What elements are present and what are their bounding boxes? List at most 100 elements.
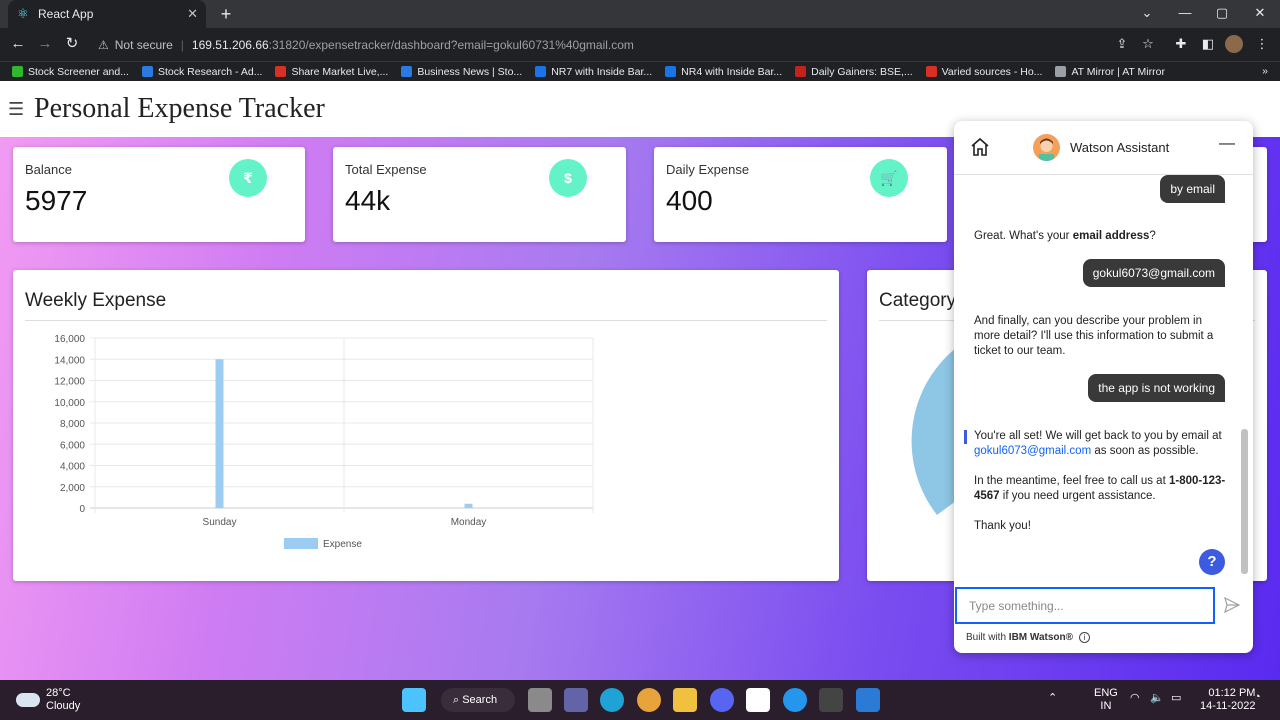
et-icon <box>275 66 287 77</box>
maximize-button[interactable]: ▢ <box>1207 2 1237 24</box>
y-tick-label: 14,000 <box>54 355 85 366</box>
chat-input[interactable] <box>955 587 1215 624</box>
x-tick-label: Monday <box>451 517 487 528</box>
weekly-expense-panel: Weekly Expense 16,000 14,000 12,000 10,000 8… <box>13 270 839 581</box>
warning-icon: ⚠ <box>98 37 109 52</box>
bookmark-item[interactable]: AT Mirror | AT Mirror <box>1055 66 1165 78</box>
send-icon[interactable] <box>1224 597 1240 613</box>
bookmark-label: Daily Gainers: BSE,... <box>811 65 913 78</box>
not-secure-label: Not secure <box>114 37 173 52</box>
ci-icon <box>665 66 677 77</box>
taskbar-search[interactable]: ⌕ Search <box>441 688 515 712</box>
y-tick-label: 2,000 <box>60 483 85 494</box>
back-button[interactable]: ← <box>7 33 29 55</box>
bot-message: In the meantime, feel free to call us at… <box>974 475 1226 502</box>
tab-bar: ⚛ React App ✕ + ⌄ — ▢ ✕ <box>0 0 1280 28</box>
bookmark-item[interactable]: Business News | Sto... <box>401 66 522 78</box>
notifications-icon[interactable]: ◔ <box>1254 691 1261 703</box>
address-bar[interactable]: ⚠ Not secure | 169.51.206.66 :31820/expe… <box>88 31 1168 58</box>
info-icon[interactable]: i <box>1079 632 1091 643</box>
edge-icon[interactable] <box>600 688 624 712</box>
bookmark-item[interactable]: Varied sources - Ho... <box>925 65 1043 78</box>
sidepanel-icon[interactable]: ◧ <box>1198 34 1218 54</box>
minimize-chat-icon[interactable]: — <box>1219 135 1235 153</box>
bar-chart-icon <box>12 66 23 77</box>
windows-taskbar: 28°C Cloudy ⌕ Search ⌃ ENG IN ◠ 🔈 ▭ 01:12… <box>0 680 1280 720</box>
weather-widget[interactable]: 28°C Cloudy <box>16 687 80 713</box>
bookmark-label: AT Mirror | AT Mirror <box>1071 65 1165 78</box>
help-button[interactable]: ? <box>1199 549 1225 575</box>
user-message: by email <box>1160 175 1225 203</box>
email-link[interactable]: gokul6073@gmail.com <box>974 445 1091 457</box>
reload-button[interactable]: ↻ <box>61 33 83 55</box>
bookmark-item[interactable]: Daily Gainers: BSE,... <box>795 66 913 78</box>
stat-value: 44k <box>345 185 391 216</box>
bookmark-item[interactable]: Stock Research - Ad... <box>141 65 263 78</box>
panel-title: Weekly Expense <box>25 290 167 311</box>
bookmark-item[interactable]: Share Market Live,... <box>275 66 388 78</box>
bot-message: Great. What's your email address? <box>974 230 1156 242</box>
y-tick-label: 10,000 <box>54 398 85 409</box>
assistant-avatar <box>1033 134 1060 161</box>
terminal-icon[interactable] <box>819 688 843 712</box>
tab-react-app[interactable]: ⚛ React App ✕ <box>8 0 206 28</box>
forward-button[interactable]: → <box>34 33 56 55</box>
windows-start-icon[interactable] <box>402 688 426 712</box>
new-tab-button[interactable]: + <box>216 2 236 26</box>
bookmark-label: Stock Research - Ad... <box>157 65 263 78</box>
bookmark-item[interactable]: NR7 with Inside Bar... <box>535 66 652 78</box>
more-bookmarks-icon[interactable]: » <box>1262 65 1268 77</box>
chevron-up-icon[interactable]: ⌃ <box>1048 691 1057 704</box>
teams-icon[interactable] <box>564 688 588 712</box>
volume-icon[interactable]: 🔈 <box>1150 691 1164 704</box>
vscode-icon[interactable] <box>856 688 880 712</box>
hamburger-menu-icon[interactable]: ☰ <box>8 99 28 120</box>
close-tab-icon[interactable]: ✕ <box>187 6 198 22</box>
z-icon <box>401 66 413 77</box>
y-tick-label: 0 <box>79 504 85 515</box>
extensions-icon[interactable]: ✚ <box>1171 34 1191 54</box>
r-icon <box>795 66 807 77</box>
et-icon <box>925 66 937 77</box>
temperature: 28°C <box>46 687 71 699</box>
discord-icon[interactable] <box>710 688 734 712</box>
chrome-icon[interactable] <box>637 688 661 712</box>
bot-message: And finally, can you describe your probl… <box>974 315 1214 357</box>
tradingview-icon[interactable] <box>746 688 770 712</box>
stat-label: Total Expense <box>345 162 427 177</box>
home-icon[interactable] <box>970 137 990 157</box>
task-view-icon[interactable] <box>528 688 552 712</box>
profile-avatar[interactable] <box>1225 35 1243 53</box>
bookmark-label: Varied sources - Ho... <box>941 65 1043 78</box>
bot-message: Thank you! <box>974 520 1031 532</box>
chat-scrollbar[interactable] <box>1241 429 1248 574</box>
share-icon[interactable]: ⇪ <box>1112 34 1132 54</box>
stat-value: 400 <box>666 185 713 216</box>
close-window-button[interactable]: ✕ <box>1245 2 1275 24</box>
y-tick-label: 12,000 <box>54 377 85 388</box>
bookmark-item[interactable]: NR4 with Inside Bar... <box>665 66 782 78</box>
bookmark-label: Share Market Live,... <box>291 65 389 78</box>
weather-condition: Cloudy <box>46 700 81 712</box>
daily-expense-card: Daily Expense 400 🛒 <box>654 147 947 242</box>
chat-messages[interactable]: by email Great. What's your email addres… <box>954 175 1253 585</box>
star-icon[interactable]: ☆ <box>1138 34 1158 54</box>
file-explorer-icon[interactable] <box>673 688 697 712</box>
address-row: ← → ↻ ⚠ Not secure | 169.51.206.66 :3182… <box>0 28 1280 61</box>
wifi-icon[interactable]: ◠ <box>1130 691 1140 704</box>
browser-chrome: ⚛ React App ✕ + ⌄ — ▢ ✕ ← → ↻ ⚠ Not secu… <box>0 0 1280 61</box>
clock[interactable]: 01:12 PM 14-11-2022 <box>1200 687 1255 713</box>
url-host: 169.51.206.66 <box>191 37 269 52</box>
bookmark-label: NR4 with Inside Bar... <box>681 65 783 78</box>
chevron-down-icon[interactable]: ⌄ <box>1132 2 1162 24</box>
language-indicator[interactable]: ENG IN <box>1094 687 1118 713</box>
legend-label: Expense <box>323 539 362 550</box>
bookmark-item[interactable]: Stock Screener and... <box>12 66 129 78</box>
stat-label: Balance <box>25 162 72 177</box>
bookmark-label: NR7 with Inside Bar... <box>551 65 653 78</box>
more-menu-icon[interactable]: ⋮ <box>1252 34 1272 54</box>
minimize-button[interactable]: — <box>1170 2 1200 24</box>
docker-icon[interactable] <box>783 688 807 712</box>
weekly-expense-chart: 16,000 14,000 12,000 10,000 8,000 6,000 4,000 2… <box>54 334 594 550</box>
battery-icon[interactable]: ▭ <box>1171 691 1181 704</box>
